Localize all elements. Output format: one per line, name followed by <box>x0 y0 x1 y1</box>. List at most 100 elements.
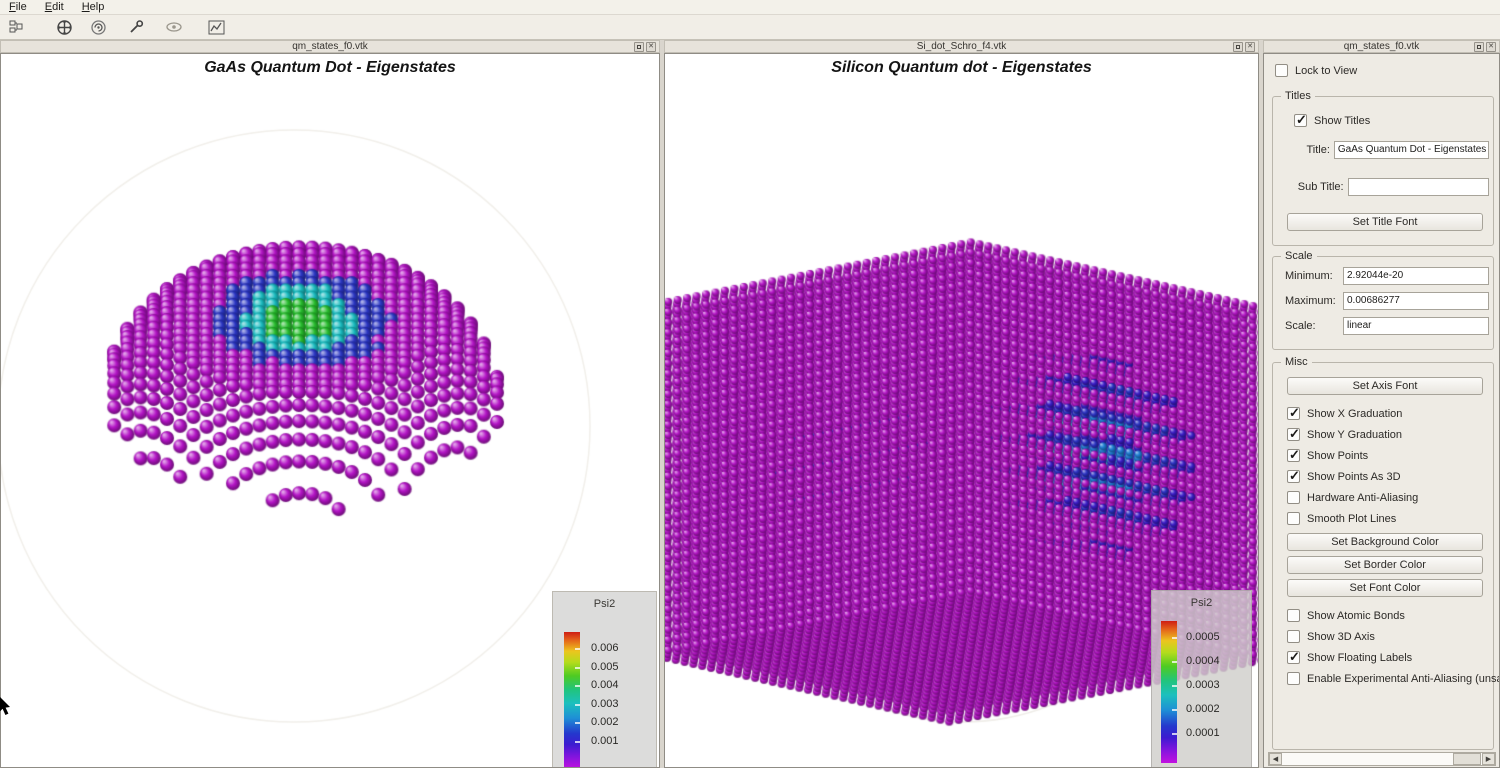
checkbox-icon[interactable] <box>1287 609 1300 622</box>
menu-item-file[interactable]: File <box>0 0 36 15</box>
checkbox-label: Show X Graduation <box>1307 408 1402 420</box>
close-panel-icon[interactable]: ✕ <box>1245 42 1255 52</box>
misc-checkboxes-top: Show X Graduation Show Y Graduation Show P… <box>1287 403 1491 529</box>
checkbox-label: Show Atomic Bonds <box>1307 610 1405 622</box>
panel-titlebar-settings[interactable]: qm_states_f0.vtk ✕ <box>1263 40 1500 53</box>
lock-to-view-checkbox[interactable]: Lock to View <box>1275 60 1357 81</box>
maximum-input[interactable]: 0.00686277 <box>1343 292 1489 310</box>
checkbox-show-atomic-bonds[interactable]: Show Atomic Bonds <box>1287 605 1491 626</box>
checkbox-icon[interactable] <box>1287 428 1300 441</box>
silicon-legend-colorbar <box>1161 621 1177 763</box>
minimum-input[interactable]: 2.92044e-20 <box>1343 267 1489 285</box>
legend-tick-mark <box>1172 637 1177 639</box>
legend-tick-mark <box>575 704 580 706</box>
checkbox-show-points[interactable]: Show Points <box>1287 445 1491 466</box>
legend-tick-label: 0.0002 <box>1186 703 1220 715</box>
checkbox-icon[interactable] <box>1287 470 1300 483</box>
checkbox-icon[interactable] <box>1287 491 1300 504</box>
checkbox-icon[interactable] <box>1287 512 1300 525</box>
checkbox-label: Hardware Anti-Aliasing <box>1307 492 1418 504</box>
set-border-color-button[interactable]: Set Border Color <box>1287 556 1483 574</box>
probe-tool-icon[interactable] <box>124 17 148 37</box>
checkbox-hardware-anti-aliasing[interactable]: Hardware Anti-Aliasing <box>1287 487 1491 508</box>
pan-view-icon[interactable] <box>52 17 76 37</box>
checkbox-label: Enable Experimental Anti-Aliasing (unsaf <box>1307 673 1500 685</box>
scale-label: Scale: <box>1285 320 1343 332</box>
legend-tick-label: 0.0001 <box>1186 727 1220 739</box>
silicon-plot-title: Silicon Quantum dot - Eigenstates <box>665 59 1258 77</box>
toolbar <box>0 15 1500 40</box>
checkbox-label: Smooth Plot Lines <box>1307 513 1396 525</box>
scene-tree-icon[interactable] <box>4 17 28 37</box>
menu-item-edit[interactable]: Edit <box>36 0 73 15</box>
set-axis-font-button[interactable]: Set Axis Font <box>1287 377 1483 395</box>
gaas-legend[interactable]: Psi2 0.0060.0050.0040.0030.0020.001 <box>552 591 657 768</box>
plot-chart-icon[interactable] <box>204 17 228 37</box>
settings-panel: Lock to View Titles Show Titles Title: G… <box>1263 53 1500 768</box>
legend-tick-label: 0.001 <box>591 735 619 747</box>
misc-color-buttons: Set Background Color Set Border Color Set … <box>1287 533 1483 597</box>
close-panel-icon[interactable]: ✕ <box>1486 42 1496 52</box>
checkbox-icon[interactable] <box>1287 651 1300 664</box>
checkbox-show-x-graduation[interactable]: Show X Graduation <box>1287 403 1491 424</box>
gaas-legend-colorbar <box>564 632 580 768</box>
legend-tick-mark <box>575 667 580 669</box>
mouse-cursor-icon <box>0 697 14 719</box>
maximum-label: Maximum: <box>1285 295 1343 307</box>
checkbox-icon[interactable] <box>1287 630 1300 643</box>
checkbox-show-points-as-3d[interactable]: Show Points As 3D <box>1287 466 1491 487</box>
legend-tick-label: 0.0003 <box>1186 679 1220 691</box>
restore-panel-icon[interactable] <box>1474 42 1484 52</box>
checkbox-label: Show Points As 3D <box>1307 471 1401 483</box>
menu-items: FileEditHelp <box>0 0 113 15</box>
legend-tick-label: 0.004 <box>591 679 619 691</box>
scale-group-label: Scale <box>1281 250 1317 262</box>
checkbox-icon[interactable] <box>1287 672 1300 685</box>
restore-panel-icon[interactable] <box>1233 42 1243 52</box>
silicon-legend[interactable]: Psi2 0.0005 0.0004 0.0003 0.0002 0.0001 <box>1151 590 1252 768</box>
panel-titlebar-silicon[interactable]: Si_dot_Schro_f4.vtk ✕ <box>664 40 1259 53</box>
checkbox-enable-experimental-anti-aliasing-unsaf[interactable]: Enable Experimental Anti-Aliasing (unsaf <box>1287 668 1491 689</box>
scrollbar-thumb[interactable] <box>1453 753 1481 765</box>
legend-tick-mark <box>575 648 580 650</box>
checkbox-label: Show Points <box>1307 450 1368 462</box>
checkbox-icon[interactable] <box>1287 407 1300 420</box>
legend-tick-label: 0.0004 <box>1186 655 1220 667</box>
checkbox-icon[interactable] <box>1287 449 1300 462</box>
legend-tick-label: 0.002 <box>591 716 619 728</box>
checkbox-label: Show Y Graduation <box>1307 429 1402 441</box>
scroll-left-icon[interactable]: ◀ <box>1269 753 1282 765</box>
legend-tick-label: 0.003 <box>591 698 619 710</box>
checkbox-show-3d-axis[interactable]: Show 3D Axis <box>1287 626 1491 647</box>
checkbox-show-floating-labels[interactable]: Show Floating Labels <box>1287 647 1491 668</box>
silicon-plot-area: Silicon Quantum dot - Eigenstates Psi2 0… <box>664 53 1259 768</box>
legend-tick-mark <box>575 722 580 724</box>
set-font-color-button[interactable]: Set Font Color <box>1287 579 1483 597</box>
settings-horizontal-scrollbar[interactable]: ◀ ▶ <box>1268 752 1496 766</box>
scale-select[interactable]: linear <box>1343 317 1489 335</box>
show-titles-checkbox[interactable]: Show Titles <box>1294 110 1370 131</box>
checkbox-icon[interactable] <box>1275 64 1288 77</box>
legend-tick-mark <box>1172 733 1177 735</box>
rotate-view-icon[interactable] <box>86 17 110 37</box>
silicon-legend-title: Psi2 <box>1152 597 1251 609</box>
set-title-font-button[interactable]: Set Title Font <box>1287 213 1483 231</box>
lock-to-view-label: Lock to View <box>1295 65 1357 77</box>
legend-tick-mark <box>575 741 580 743</box>
set-background-color-button[interactable]: Set Background Color <box>1287 533 1483 551</box>
title-field-label: Title: <box>1273 144 1330 156</box>
panel-titlebar-gaas[interactable]: qm_states_f0.vtk ✕ <box>0 40 660 53</box>
restore-panel-icon[interactable] <box>634 42 644 52</box>
title-field-input[interactable]: GaAs Quantum Dot - Eigenstates <box>1334 141 1489 159</box>
minimum-label: Minimum: <box>1285 270 1343 282</box>
subtitle-field-input[interactable] <box>1348 178 1489 196</box>
visibility-eye-icon[interactable] <box>162 17 186 37</box>
menu-item-help[interactable]: Help <box>73 0 114 15</box>
checkbox-show-y-graduation[interactable]: Show Y Graduation <box>1287 424 1491 445</box>
checkbox-icon[interactable] <box>1294 114 1307 127</box>
gaas-plot-area: GaAs Quantum Dot - Eigenstates Psi2 0.00… <box>0 53 660 768</box>
scroll-right-icon[interactable]: ▶ <box>1482 753 1495 765</box>
legend-tick-label: 0.0005 <box>1186 631 1220 643</box>
checkbox-smooth-plot-lines[interactable]: Smooth Plot Lines <box>1287 508 1491 529</box>
close-panel-icon[interactable]: ✕ <box>646 42 656 52</box>
